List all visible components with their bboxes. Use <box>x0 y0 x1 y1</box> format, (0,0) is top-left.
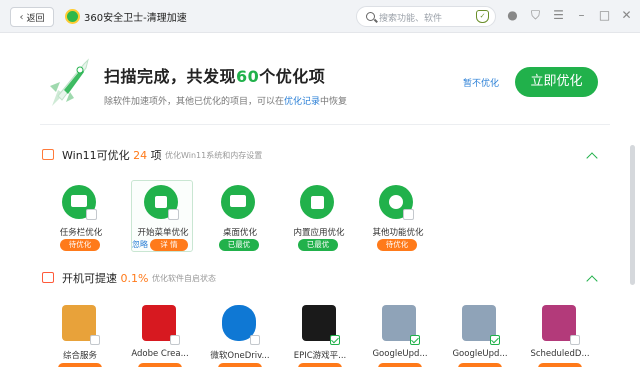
divider <box>40 124 610 125</box>
win11-section-subtitle: 优化Win11系统和内存设置 <box>165 151 263 160</box>
window-title: 360安全卫士-清理加速 <box>84 13 187 24</box>
status-badge <box>138 363 182 367</box>
startup-app-item[interactable]: ScheduledD... <box>524 305 596 367</box>
status-badge: 已最优 <box>219 239 259 251</box>
item-checkbox[interactable] <box>168 209 179 220</box>
chevron-left-icon: ‹ <box>19 11 24 23</box>
item-checkbox[interactable] <box>403 209 414 220</box>
title-bar: ‹ 返回 360安全卫士-清理加速 搜索功能、软件 ✓ ● ⛉ ☰ – □ ✕ <box>0 0 640 33</box>
desktop-icon <box>221 185 255 219</box>
scan-result-subtitle: 除软件加速项外，其他已优化的项目，可以在优化记录中恢复 <box>104 97 348 107</box>
minimize-icon[interactable]: – <box>575 9 588 22</box>
status-badge <box>218 363 262 367</box>
optimize-now-button[interactable]: 立即优化 <box>515 67 598 97</box>
scan-result-title: 扫描完成，共发现60个优化项 <box>104 67 326 86</box>
ignore-link[interactable]: 忽略 <box>132 239 148 250</box>
skip-optimize-link[interactable]: 暂不优化 <box>463 76 499 89</box>
win11-section-title: Win11可优化 24 项 <box>62 149 162 162</box>
win11-item-start-menu[interactable]: 开始菜单优化 忽略 详 情 <box>131 180 193 252</box>
win11-item-builtin-apps[interactable]: 内置应用优化 已最优 <box>288 181 350 253</box>
maximize-icon[interactable]: □ <box>598 9 611 22</box>
status-badge: 已最优 <box>298 239 338 251</box>
app-logo-icon <box>65 9 80 24</box>
status-badge: 待优化 <box>60 239 100 251</box>
status-badge <box>298 363 342 367</box>
startup-section-title: 开机可提速 0.1% <box>62 272 149 285</box>
collapse-chevron-icon[interactable] <box>586 150 597 161</box>
startup-app-item[interactable]: 综合服务 <box>44 305 116 367</box>
startup-app-item[interactable]: EPIC游戏平... <box>284 305 356 367</box>
search-input[interactable]: 搜索功能、软件 ✓ <box>356 6 496 27</box>
app-checkbox[interactable] <box>490 335 500 345</box>
status-badge <box>378 363 422 367</box>
windows-section-icon <box>42 149 54 160</box>
app-checkbox[interactable] <box>90 335 100 345</box>
issue-count: 60 <box>236 67 260 86</box>
app-checkbox[interactable] <box>250 335 260 345</box>
menu-icon[interactable]: ☰ <box>552 9 565 22</box>
optimize-history-link[interactable]: 优化记录 <box>284 97 320 107</box>
startup-section-subtitle: 优化软件自启状态 <box>152 274 216 283</box>
startup-app-item[interactable]: Adobe Crea... <box>124 305 196 367</box>
app-checkbox[interactable] <box>570 335 580 345</box>
startup-section-icon <box>42 272 54 283</box>
startup-app-item[interactable]: GoogleUpd... <box>444 305 516 367</box>
startup-app-item[interactable]: GoogleUpd... <box>364 305 436 367</box>
back-button[interactable]: ‹ 返回 <box>10 7 54 27</box>
startup-app-item[interactable]: 微软OneDriv... <box>204 305 276 367</box>
gear-badge-icon[interactable]: ● <box>506 9 519 22</box>
win11-item-desktop[interactable]: 桌面优化 已最优 <box>209 181 271 253</box>
search-icon <box>366 12 375 21</box>
rocket-icon <box>50 58 89 106</box>
shield-outline-icon[interactable]: ⛉ <box>529 9 542 22</box>
collapse-chevron-icon[interactable] <box>586 273 597 284</box>
item-checkbox[interactable] <box>86 209 97 220</box>
shield-icon[interactable]: ✓ <box>476 10 489 23</box>
vertical-scrollbar[interactable] <box>630 145 635 285</box>
back-label: 返回 <box>26 13 45 24</box>
search-placeholder: 搜索功能、软件 <box>379 14 443 24</box>
details-button[interactable]: 详 情 <box>150 239 188 251</box>
status-badge: 待优化 <box>377 239 417 251</box>
close-icon[interactable]: ✕ <box>620 9 633 22</box>
apps-grid-icon <box>300 185 334 219</box>
app-checkbox[interactable] <box>170 335 180 345</box>
app-checkbox[interactable] <box>410 335 420 345</box>
app-checkbox[interactable] <box>330 335 340 345</box>
status-badge <box>538 363 582 367</box>
status-badge <box>58 363 102 367</box>
win11-item-taskbar[interactable]: 任务栏优化 待优化 <box>50 181 112 253</box>
win11-item-other[interactable]: 其他功能优化 待优化 <box>367 181 429 253</box>
status-badge <box>458 363 502 367</box>
